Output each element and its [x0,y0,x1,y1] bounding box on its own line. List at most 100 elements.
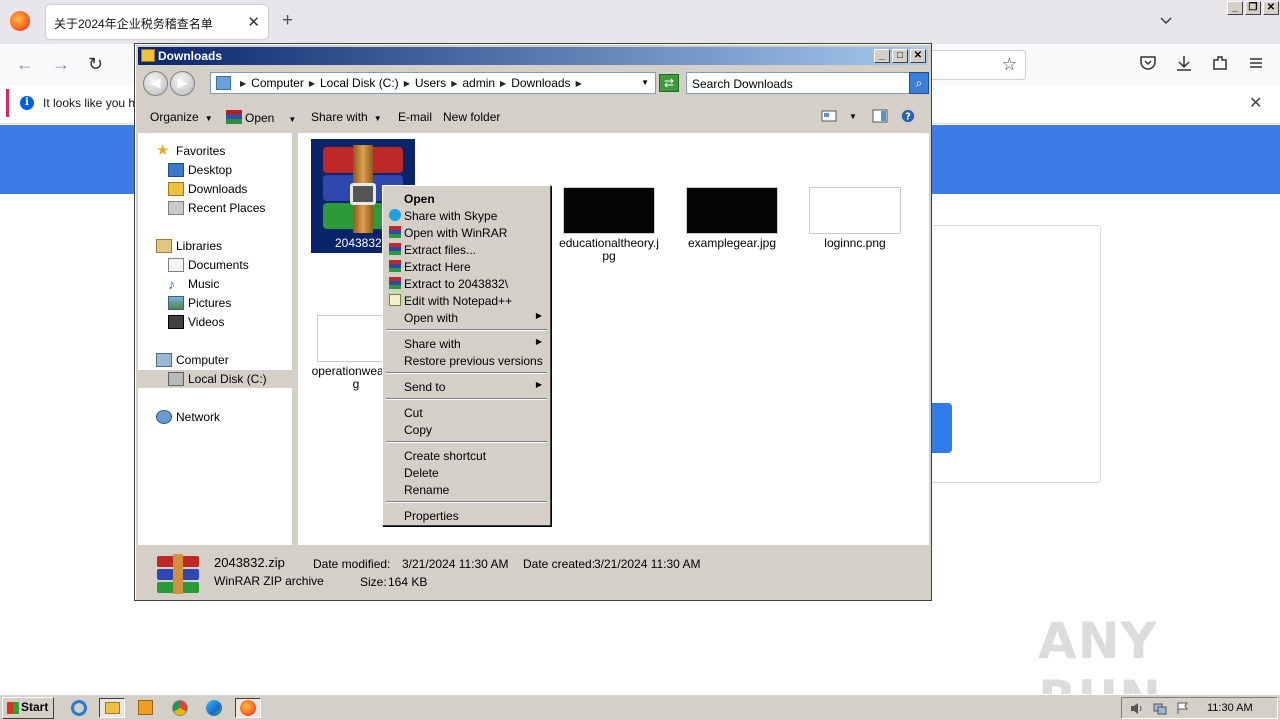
browser-restore-button[interactable]: ❐ [1245,1,1261,15]
tree-computer[interactable]: Computer [156,351,229,369]
media-player-icon[interactable] [133,698,159,718]
tree-network[interactable]: Network [156,408,220,426]
menu-item-create-shortcut[interactable]: Create shortcut [385,447,548,464]
internet-explorer-icon[interactable] [67,698,93,718]
file-item[interactable]: examplegear.jpg [680,187,784,250]
menu-item-properties[interactable]: Properties [385,507,548,524]
share-with-button[interactable]: Share with ▼ [311,110,382,124]
tree-pictures[interactable]: Pictures [168,294,231,312]
firefox-taskbar-icon[interactable] [235,698,261,718]
help-icon[interactable]: ? [900,109,916,123]
breadcrumb-admin[interactable]: admin [462,76,495,90]
volume-icon[interactable] [1130,702,1144,715]
desktop-icon [168,163,184,177]
breadcrumb-separator-icon[interactable]: ▶ [240,79,246,88]
open-button[interactable]: Open ▼ [226,110,296,125]
preview-pane-icon[interactable] [872,109,888,123]
context-menu: Open Share with Skype Open with WinRAR E… [382,185,551,526]
menu-hamburger-icon[interactable] [1247,54,1265,72]
menu-item-open-winrar[interactable]: Open with WinRAR [385,224,548,241]
menu-item-open-with[interactable]: Open with ▶ [385,309,548,326]
action-center-flag-icon[interactable] [1176,702,1190,715]
breadcrumb-separator-icon[interactable]: ▶ [404,79,410,88]
menu-item-edit-notepad[interactable]: Edit with Notepad++ [385,292,548,309]
forward-arrow-icon[interactable]: → [52,54,70,75]
clock[interactable]: 11:30 AM [1207,702,1253,714]
back-arrow-icon[interactable]: ← [16,54,34,75]
bookmark-star-icon[interactable]: ☆ [1002,55,1017,75]
menu-item-cut[interactable]: Cut [385,404,548,421]
menu-item-send-to[interactable]: Send to ▶ [385,378,548,395]
organize-button[interactable]: Organize ▼ [150,110,213,124]
back-button[interactable]: ◀ [143,71,168,96]
search-icon[interactable]: ⌕ [909,72,929,94]
winrar-icon [389,226,401,238]
tree-videos[interactable]: Videos [168,313,224,331]
view-options-icon[interactable] [821,109,837,123]
maximize-button[interactable]: □ [892,49,908,63]
extensions-icon[interactable] [1211,54,1229,72]
chevron-down-icon[interactable]: ▼ [849,112,857,121]
menu-item-copy[interactable]: Copy [385,421,548,438]
tree-downloads[interactable]: Downloads [168,180,247,198]
file-item[interactable]: loginnc.png [803,187,907,250]
browser-close-button[interactable]: ✕ [1263,1,1279,15]
breadcrumb-downloads[interactable]: Downloads [511,76,570,90]
menu-item-share-with[interactable]: Share with ▶ [385,335,548,352]
tree-favorites[interactable]: ★ Favorites [156,142,225,160]
menu-item-rename[interactable]: Rename [385,481,548,498]
firefox-logo-icon[interactable] [10,11,30,31]
downloads-icon[interactable] [1175,54,1193,72]
breadcrumb-computer[interactable]: Computer [251,76,304,90]
chrome-icon[interactable] [167,698,193,718]
location-icon [216,76,231,90]
explorer-taskbar-icon[interactable] [99,698,125,718]
url-bar[interactable]: ☆ [920,50,1026,80]
file-item[interactable]: educationaltheory.jpg [557,187,661,263]
reload-icon[interactable]: ↻ [88,54,103,75]
forward-button[interactable]: ▶ [170,71,195,96]
menu-item-extract-here[interactable]: Extract Here [385,258,548,275]
notification-close-icon[interactable]: ✕ [1249,93,1262,113]
minimize-button[interactable]: _ [874,49,890,63]
chevron-down-icon[interactable]: ▼ [288,115,296,124]
tree-music[interactable]: ♪ Music [168,275,219,293]
tab-list-chevron-icon[interactable] [1160,14,1172,26]
tree-label: Pictures [188,296,232,310]
tree-documents[interactable]: Documents [168,256,249,274]
menu-item-open[interactable]: Open [385,190,548,207]
new-tab-icon[interactable]: + [282,10,293,32]
start-button[interactable]: Start [2,697,54,719]
new-folder-button[interactable]: New folder [443,110,500,124]
tree-libraries[interactable]: Libraries [156,237,222,255]
menu-item-delete[interactable]: Delete [385,464,548,481]
tab-close-icon[interactable]: ✕ [247,13,260,31]
tree-local-disk[interactable]: Local Disk (C:) [138,370,292,388]
menu-item-restore[interactable]: Restore previous versions [385,352,548,369]
address-dropdown-icon[interactable]: ▼ [641,78,649,87]
edge-icon[interactable] [201,698,227,718]
breadcrumb-local-disk[interactable]: Local Disk (C:) [320,76,399,90]
menu-item-share-skype[interactable]: Share with Skype [385,207,548,224]
search-input[interactable]: Search Downloads [686,72,910,94]
browser-tab[interactable]: 关于2024年企业税务稽查名单 ✕ [46,5,268,39]
page-button[interactable] [930,403,952,453]
tree-desktop[interactable]: Desktop [168,161,232,179]
breadcrumb-separator-icon[interactable]: ▶ [451,79,457,88]
network-tray-icon[interactable] [1153,702,1167,715]
close-button[interactable]: ✕ [910,49,926,63]
breadcrumb-separator-icon[interactable]: ▶ [576,79,582,88]
breadcrumb-separator-icon[interactable]: ▶ [500,79,506,88]
breadcrumb-separator-icon[interactable]: ▶ [309,79,315,88]
menu-item-extract-files[interactable]: Extract files... [385,241,548,258]
refresh-icon[interactable]: ⇄ [659,74,679,92]
menu-item-label: Share with [404,337,461,351]
explorer-title-bar[interactable]: Downloads _ □ ✕ [138,47,928,65]
browser-minimize-button[interactable]: _ [1227,1,1243,15]
tree-recent-places[interactable]: Recent Places [168,199,265,217]
breadcrumb-users[interactable]: Users [415,76,446,90]
pocket-icon[interactable] [1139,54,1157,72]
address-bar[interactable]: ▶ Computer ▶ Local Disk (C:) ▶ Users ▶ a… [210,72,656,94]
email-button[interactable]: E-mail [398,110,432,124]
menu-item-extract-to[interactable]: Extract to 2043832\ [385,275,548,292]
